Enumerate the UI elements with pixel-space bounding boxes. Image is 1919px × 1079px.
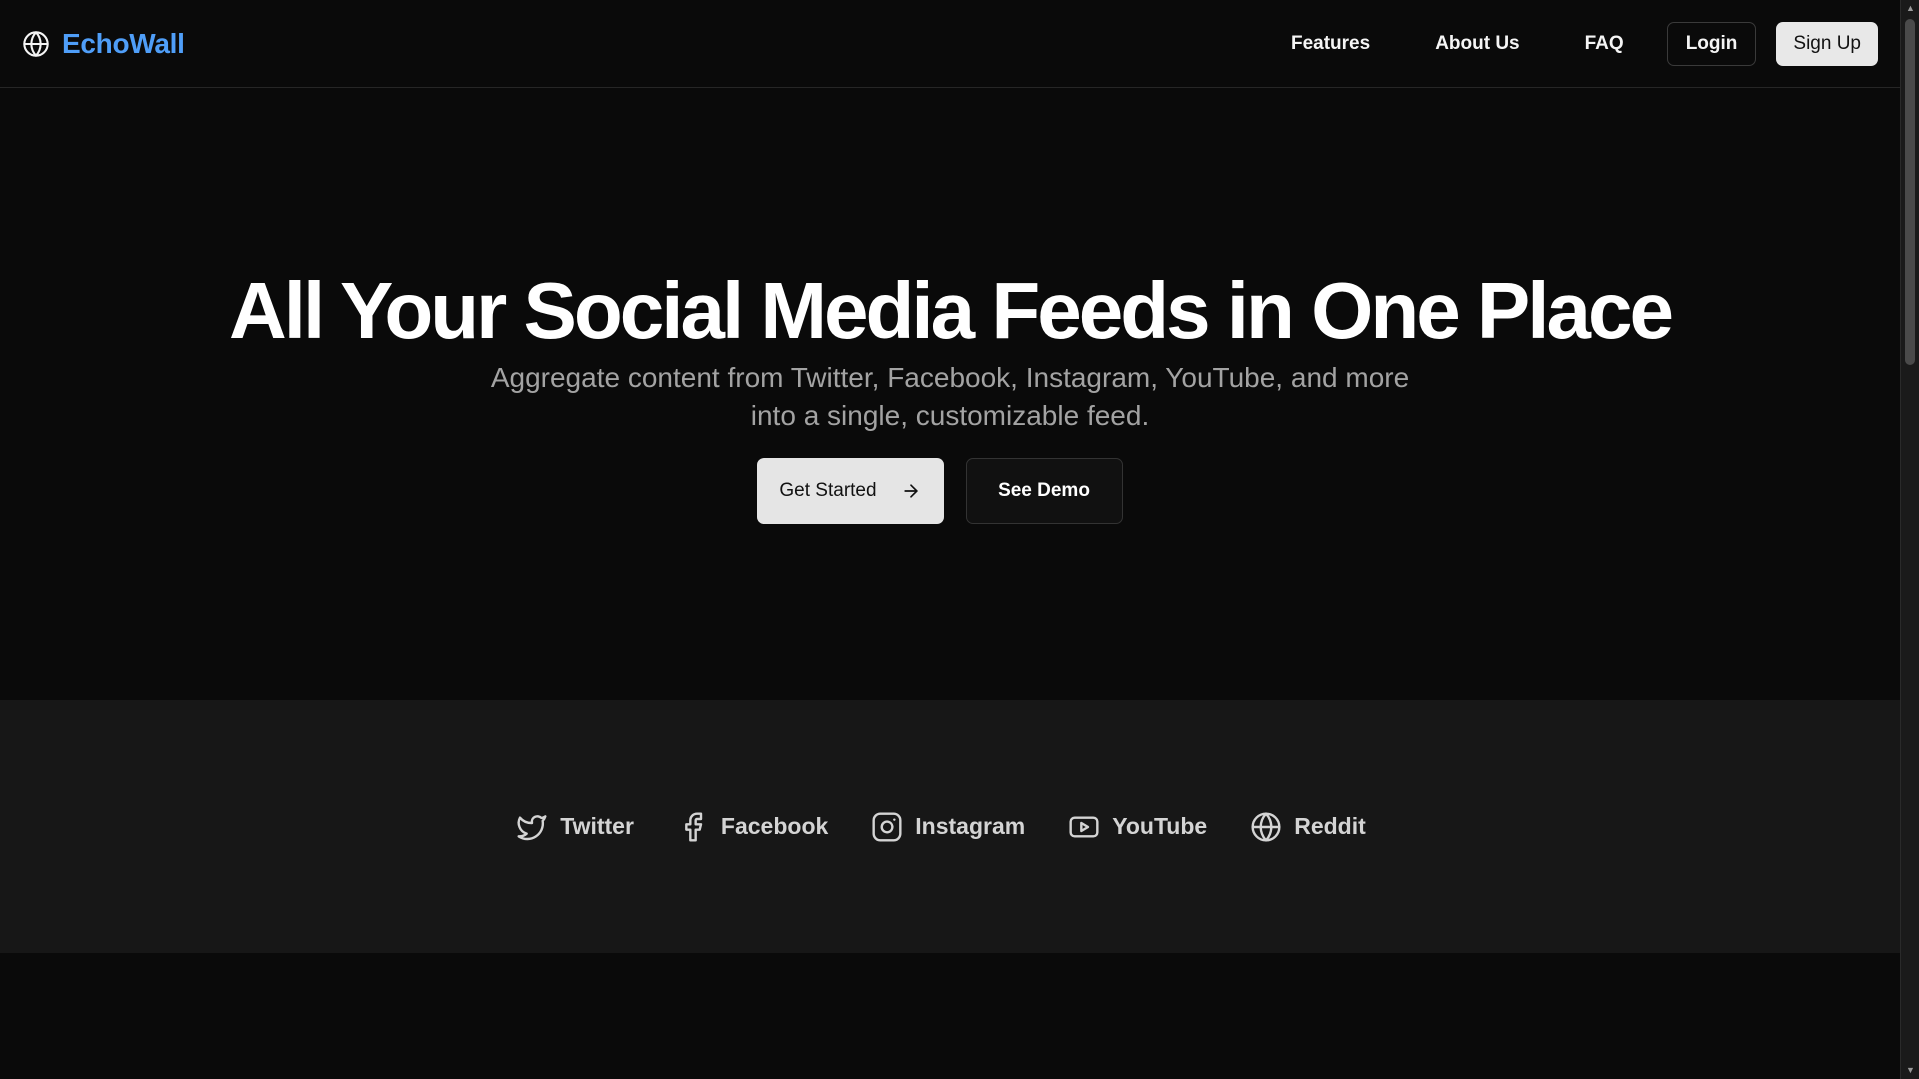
- facebook-icon: [677, 811, 709, 843]
- brand-logo-link[interactable]: EchoWall: [22, 28, 185, 60]
- platform-reddit: Reddit: [1250, 811, 1366, 843]
- get-started-button[interactable]: Get Started: [756, 458, 944, 524]
- top-navbar: EchoWall Features About Us FAQ Login Sig…: [0, 0, 1900, 88]
- platform-instagram: Instagram: [871, 811, 1025, 843]
- hero-title: All Your Social Media Feeds in One Place: [229, 266, 1674, 355]
- scroll-thumb[interactable]: [1905, 19, 1915, 365]
- brand-name: EchoWall: [62, 27, 185, 59]
- globe-icon: [1250, 811, 1282, 843]
- nav-link-features[interactable]: Features: [1291, 33, 1370, 55]
- scroll-down-arrow-icon[interactable]: ▼: [1901, 1062, 1919, 1079]
- platform-facebook: Facebook: [677, 811, 828, 843]
- platform-label: Facebook: [720, 813, 829, 839]
- page: EchoWall Features About Us FAQ Login Sig…: [0, 0, 1900, 1079]
- instagram-icon: [871, 811, 903, 843]
- nav-link-faq[interactable]: FAQ: [1585, 33, 1624, 55]
- supported-platforms-band: Twitter Facebook Instagram YouTube Reddi…: [0, 700, 1900, 953]
- platform-youtube: YouTube: [1068, 811, 1207, 843]
- login-button[interactable]: Login: [1666, 21, 1757, 66]
- vertical-scrollbar[interactable]: ▲ ▼: [1900, 0, 1919, 1079]
- platform-label: YouTube: [1112, 813, 1208, 839]
- nav-link-about-us[interactable]: About Us: [1435, 33, 1519, 55]
- cta-row: Get Started See Demo: [0, 458, 1900, 524]
- see-demo-button[interactable]: See Demo: [965, 458, 1123, 524]
- get-started-label: Get Started: [779, 480, 877, 501]
- signup-button[interactable]: Sign Up: [1776, 21, 1878, 66]
- platform-label: Reddit: [1294, 813, 1366, 839]
- platform-twitter: Twitter: [516, 811, 634, 843]
- scroll-up-arrow-icon[interactable]: ▲: [1901, 0, 1919, 17]
- globe-icon: [22, 30, 50, 58]
- arrow-right-icon: [901, 481, 921, 501]
- hero-section: All Your Social Media Feeds in One Place…: [0, 89, 1900, 700]
- platform-label: Instagram: [915, 813, 1026, 839]
- main-nav: Features About Us FAQ Login Sign Up: [1291, 21, 1878, 66]
- platform-list: Twitter Facebook Instagram YouTube Reddi…: [516, 811, 1366, 843]
- twitter-icon: [516, 811, 548, 843]
- platform-label: Twitter: [560, 813, 634, 839]
- hero-subtitle: Aggregate content from Twitter, Facebook…: [490, 362, 1410, 431]
- youtube-icon: [1068, 811, 1100, 843]
